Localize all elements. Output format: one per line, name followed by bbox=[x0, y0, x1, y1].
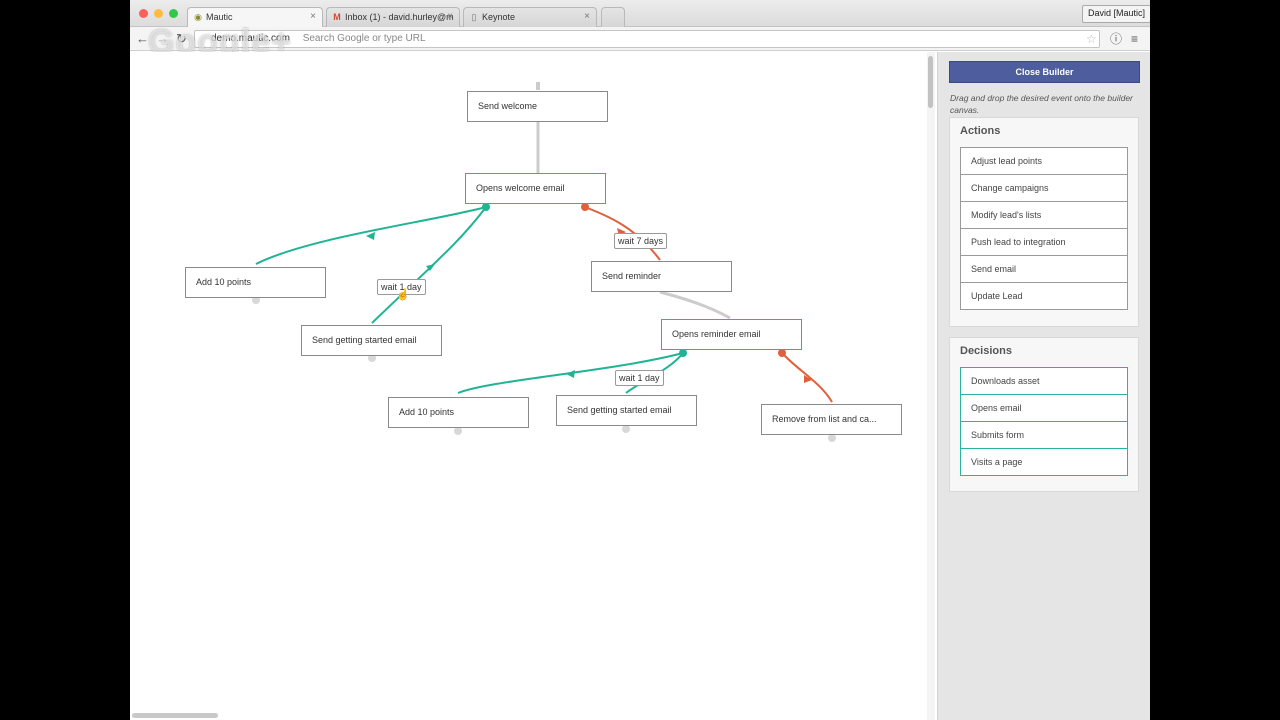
node-label: Remove from list and ca... bbox=[772, 414, 877, 424]
menu-icon[interactable]: ≡ bbox=[1131, 30, 1138, 48]
action-update-lead[interactable]: Update Lead bbox=[960, 282, 1128, 310]
gmail-icon: M bbox=[333, 12, 341, 22]
campaign-node-add-10-points[interactable]: Add 10 points bbox=[185, 267, 326, 298]
anchor-stub bbox=[454, 427, 462, 435]
decisions-section: Decisions Downloads asset Opens email Su… bbox=[949, 337, 1139, 492]
mouse-pointer-icon: ☝ bbox=[396, 289, 410, 301]
anchor-no-2 bbox=[778, 349, 786, 357]
decisions-title: Decisions bbox=[960, 345, 1012, 357]
connector-reminder-to-opens-reminder bbox=[659, 290, 731, 320]
tab-title: Inbox (1) - david.hurley@m bbox=[345, 12, 454, 22]
actions-title: Actions bbox=[960, 125, 1001, 137]
actions-list: Adjust lead points Change campaigns Modi… bbox=[960, 147, 1128, 310]
info-icon[interactable]: ⓘ bbox=[1110, 30, 1122, 48]
anchor-yes-1 bbox=[482, 203, 490, 211]
campaign-node-opens-reminder-email[interactable]: Opens reminder email bbox=[661, 319, 802, 350]
maximize-window-button[interactable] bbox=[169, 9, 178, 18]
node-label: Send welcome bbox=[478, 101, 538, 111]
actions-section: Actions Adjust lead points Change campai… bbox=[949, 117, 1139, 327]
minimize-window-button[interactable] bbox=[154, 9, 163, 18]
tab-bar: ◉ Mautic × M Inbox (1) - david.hurley@m … bbox=[130, 0, 1150, 27]
tab-title: Mautic bbox=[206, 12, 233, 22]
node-label: Send reminder bbox=[602, 271, 662, 281]
connection-label-wait[interactable]: wait 1 day bbox=[615, 370, 664, 386]
scrollbar-thumb[interactable] bbox=[928, 56, 933, 108]
arrowhead-teal bbox=[366, 232, 375, 240]
close-builder-button[interactable]: Close Builder bbox=[949, 61, 1140, 83]
canvas-horizontal-scrollbar[interactable] bbox=[132, 713, 218, 718]
url-text: demo.mautic.com bbox=[211, 33, 290, 44]
decisions-list: Downloads asset Opens email Submits form… bbox=[960, 367, 1128, 476]
anchor-yes-2 bbox=[679, 349, 687, 357]
node-label: Send getting started email bbox=[567, 405, 672, 415]
node-label: Add 10 points bbox=[399, 407, 455, 417]
close-tab-icon[interactable]: × bbox=[447, 11, 453, 22]
campaign-node-add-10-points-2[interactable]: Add 10 points bbox=[388, 397, 529, 428]
tab-inbox[interactable]: M Inbox (1) - david.hurley@m × bbox=[326, 7, 460, 27]
builder-hint: Drag and drop the desired event onto the… bbox=[950, 93, 1133, 115]
connection-label-wait[interactable]: wait 7 days bbox=[614, 233, 668, 249]
tab-mautic[interactable]: ◉ Mautic × bbox=[187, 7, 323, 27]
browser-toolbar: ← → ↻ demo.mautic.com Search Google or t… bbox=[130, 27, 1150, 51]
campaign-node-send-getting-started-email-2[interactable]: Send getting started email bbox=[556, 395, 697, 426]
decision-visits-a-page[interactable]: Visits a page bbox=[960, 448, 1128, 476]
decision-submits-form[interactable]: Submits form bbox=[960, 421, 1128, 449]
close-tab-icon[interactable]: × bbox=[310, 11, 316, 22]
builder-panel: Close Builder Drag and drop the desired … bbox=[937, 52, 1150, 720]
campaign-node-send-welcome[interactable]: Send welcome bbox=[467, 91, 608, 122]
anchor-stub bbox=[622, 425, 630, 433]
node-label: Opens reminder email bbox=[672, 329, 761, 339]
profile-button[interactable]: David [Mautic] bbox=[1082, 5, 1150, 23]
campaign-node-send-getting-started-email[interactable]: Send getting started email bbox=[301, 325, 442, 356]
campaign-node-opens-welcome-email[interactable]: Opens welcome email bbox=[465, 173, 606, 204]
canvas-vertical-scrollbar[interactable] bbox=[927, 52, 935, 720]
arrowhead-teal bbox=[566, 370, 575, 378]
campaign-builder-canvas[interactable]: Send welcome Opens welcome email Add 10 … bbox=[130, 52, 930, 720]
mautic-icon: ◉ bbox=[194, 12, 202, 22]
new-tab-button[interactable] bbox=[601, 7, 625, 27]
tab-title: Keynote bbox=[482, 12, 516, 22]
forward-arrow-icon[interactable]: → bbox=[156, 30, 169, 48]
tab-keynote[interactable]: ▯ Keynote × bbox=[463, 7, 597, 27]
campaign-node-send-reminder[interactable]: Send reminder bbox=[591, 261, 732, 292]
close-tab-icon[interactable]: × bbox=[584, 11, 590, 22]
address-placeholder: Search Google or type URL bbox=[302, 33, 426, 44]
reload-icon[interactable]: ↻ bbox=[176, 30, 187, 48]
anchor-no-1 bbox=[581, 203, 589, 211]
browser-window: ◉ Mautic × M Inbox (1) - david.hurley@m … bbox=[130, 0, 1150, 720]
action-change-campaigns[interactable]: Change campaigns bbox=[960, 174, 1128, 202]
action-adjust-lead-points[interactable]: Adjust lead points bbox=[960, 147, 1128, 175]
action-send-email[interactable]: Send email bbox=[960, 255, 1128, 283]
campaign-node-remove-from-list[interactable]: Remove from list and ca... bbox=[761, 404, 902, 435]
action-push-lead-to-integration[interactable]: Push lead to integration bbox=[960, 228, 1128, 256]
connector-yes-getting-started bbox=[371, 206, 487, 324]
node-label: Add 10 points bbox=[196, 277, 252, 287]
action-modify-leads-lists[interactable]: Modify lead's lists bbox=[960, 201, 1128, 229]
connections-layer bbox=[252, 82, 836, 442]
decision-downloads-asset[interactable]: Downloads asset bbox=[960, 367, 1128, 395]
anchor-stub bbox=[828, 434, 836, 442]
node-label: Opens welcome email bbox=[476, 183, 565, 193]
decision-opens-email[interactable]: Opens email bbox=[960, 394, 1128, 422]
bookmark-star-icon[interactable]: ☆ bbox=[1086, 30, 1097, 48]
page-icon: ▯ bbox=[471, 12, 477, 22]
close-window-button[interactable] bbox=[139, 9, 148, 18]
back-arrow-icon[interactable]: ← bbox=[136, 30, 149, 48]
address-bar[interactable]: demo.mautic.com Search Google or type UR… bbox=[194, 30, 1100, 48]
node-label: Send getting started email bbox=[312, 335, 417, 345]
